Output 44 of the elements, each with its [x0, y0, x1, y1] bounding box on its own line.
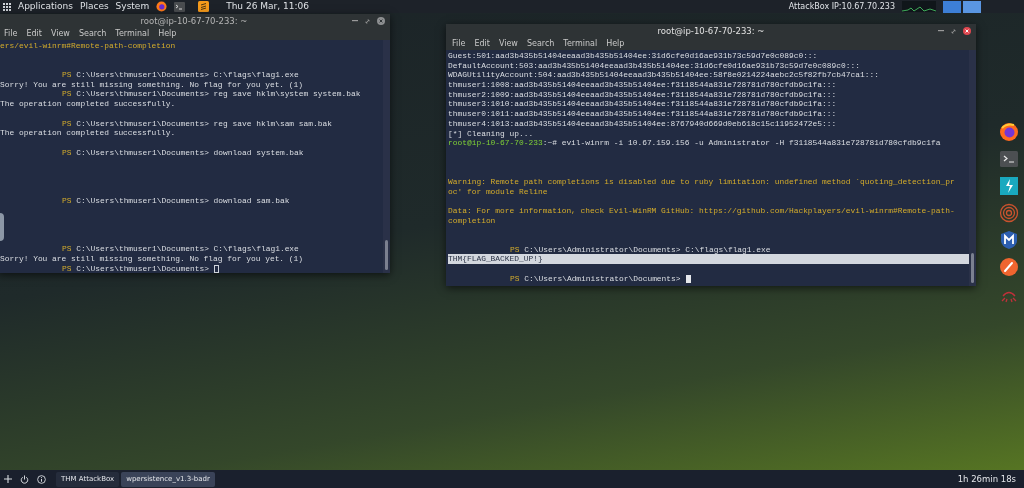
menu-item[interactable]: View: [498, 38, 518, 50]
menu-item[interactable]: Terminal: [563, 38, 598, 50]
maximize-icon[interactable]: [951, 28, 956, 34]
terminal-icon[interactable]: [174, 1, 186, 12]
menu-item[interactable]: Edit: [474, 38, 490, 50]
scrollbar[interactable]: [969, 50, 976, 286]
terminal-icon[interactable]: [999, 149, 1019, 169]
brush-icon[interactable]: [999, 257, 1019, 277]
panel-menu[interactable]: System: [115, 0, 150, 14]
menu-item[interactable]: File: [452, 38, 466, 50]
menu-item[interactable]: Search: [78, 28, 107, 40]
ip-label: AttackBox IP:10.67.70.233: [788, 0, 895, 13]
target-icon[interactable]: [999, 203, 1019, 223]
workspace-thumbnail[interactable]: [963, 0, 981, 13]
menu-item[interactable]: Terminal: [115, 28, 150, 40]
window-title: root@ip-10-67-70-233: ~: [657, 24, 765, 38]
close-icon[interactable]: [963, 27, 971, 35]
maximize-icon[interactable]: [365, 18, 370, 24]
firefox-icon[interactable]: [156, 1, 168, 12]
power-icon[interactable]: [20, 474, 29, 484]
menu-item[interactable]: Search: [526, 38, 555, 50]
menu-item[interactable]: Help: [158, 28, 177, 40]
menu-item[interactable]: View: [50, 28, 70, 40]
panel-clock[interactable]: Thu 26 Mar, 11:06: [226, 0, 309, 14]
side-handle[interactable]: [0, 213, 4, 241]
lightning-bolt-icon[interactable]: [999, 176, 1019, 196]
network-graph-icon: [902, 1, 936, 12]
firefox-icon[interactable]: [999, 122, 1019, 142]
scrollbar[interactable]: [383, 40, 390, 273]
menu-item[interactable]: Help: [606, 38, 625, 50]
info-icon[interactable]: [37, 474, 46, 484]
panel-menu[interactable]: Places: [80, 0, 109, 14]
minimize-icon[interactable]: [352, 20, 358, 22]
workspace-thumbnail[interactable]: [943, 0, 961, 13]
session-timer: 1h 26min 18s: [957, 472, 1016, 486]
panel-menu[interactable]: Applications: [18, 0, 73, 14]
minimize-icon[interactable]: [938, 30, 944, 32]
menu-item[interactable]: Edit: [26, 28, 42, 40]
window-title: root@ip-10-67-70-233: ~: [140, 14, 248, 28]
menu-item[interactable]: File: [4, 28, 18, 40]
add-icon[interactable]: [4, 475, 12, 483]
shield-icon[interactable]: [999, 230, 1019, 250]
text-editor-icon[interactable]: [198, 1, 210, 12]
apps-grid-icon[interactable]: [3, 2, 11, 11]
